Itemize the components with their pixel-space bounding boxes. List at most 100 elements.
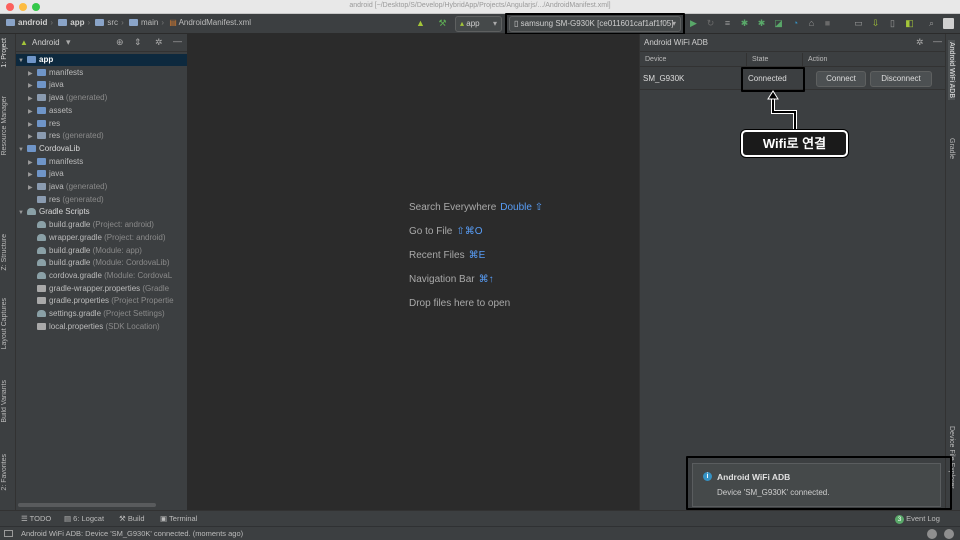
build-hammer-icon[interactable]: ⚒ — [437, 18, 448, 29]
tree-item[interactable]: ▼ Gradle Scripts — [16, 206, 187, 218]
run-config-select[interactable]: ▴ app ▾ — [455, 16, 502, 32]
breadcrumb-item[interactable]: src — [107, 18, 118, 27]
gradle-icon — [27, 208, 36, 216]
column-device: Device — [645, 56, 667, 63]
hint-label: Search Everywhere — [409, 202, 497, 213]
tree-item[interactable]: build.gradle (Project: android) — [16, 219, 187, 231]
tree-item[interactable]: ▼ CordovaLib — [16, 143, 187, 155]
tree-item[interactable]: settings.gradle (Project Settings) — [16, 308, 187, 320]
breadcrumb-item[interactable]: AndroidManifest.xml — [179, 18, 251, 27]
project-view-select[interactable]: Android — [32, 38, 60, 47]
tab-terminal[interactable]: ▣ Terminal — [160, 514, 197, 523]
memory-indicator-icon[interactable] — [944, 529, 954, 539]
hide-panel-icon[interactable]: — — [933, 36, 942, 46]
tree-item[interactable]: res (generated) — [16, 194, 187, 206]
collapsed-arrow-icon[interactable]: ▶ — [28, 182, 37, 193]
hint-shortcut: ⌘E — [468, 250, 486, 261]
apply-changes-icon[interactable]: ≡ — [722, 18, 733, 29]
debug-icon[interactable]: ✱ — [739, 18, 750, 29]
tree-item[interactable]: gradle-wrapper.properties (Gradle — [16, 283, 187, 295]
breadcrumb-item[interactable]: main — [141, 18, 158, 27]
collapsed-arrow-icon[interactable]: ▶ — [28, 169, 37, 180]
toggle-tool-windows-icon[interactable] — [4, 530, 13, 537]
tree-item[interactable]: ▼ app — [16, 54, 187, 66]
tab-resource-manager[interactable]: Resource Manager — [1, 96, 8, 156]
tree-item[interactable]: ▶ java — [16, 168, 187, 180]
tab-favorites[interactable]: 2: Favorites — [1, 454, 8, 491]
gradle-icon — [37, 233, 46, 241]
status-message[interactable]: Android WiFi ADB: Device 'SM_G930K' conn… — [21, 529, 243, 538]
run-icon[interactable]: ▶ — [688, 18, 699, 29]
tree-item[interactable]: ▶ res — [16, 118, 187, 130]
expanded-arrow-icon[interactable]: ▼ — [18, 144, 27, 155]
tab-build[interactable]: ⚒ Build — [119, 514, 145, 523]
tree-item[interactable]: ▶ java (generated) — [16, 92, 187, 104]
collapse-all-icon[interactable]: ⇕ — [134, 37, 142, 48]
layout-inspector-icon[interactable]: ◧ — [904, 18, 915, 29]
hint-navigation-bar: Navigation Bar ⌘↑ — [409, 274, 494, 285]
tree-item[interactable]: ▶ assets — [16, 105, 187, 117]
tab-todo[interactable]: ☰ TODO — [21, 514, 51, 523]
tree-item[interactable]: local.properties (SDK Location) — [16, 321, 187, 333]
hide-panel-icon[interactable]: — — [173, 36, 182, 46]
avd-manager-icon[interactable]: ▭ — [853, 18, 864, 29]
tab-logcat[interactable]: ▤ 6: Logcat — [64, 514, 104, 523]
coverage-icon[interactable]: ◪ — [773, 18, 784, 29]
tree-item[interactable]: build.gradle (Module: CordovaLib) — [16, 257, 187, 269]
column-state: State — [752, 56, 769, 63]
collapsed-arrow-icon[interactable]: ▶ — [28, 106, 37, 117]
tab-layout-captures[interactable]: Layout Captures — [1, 298, 8, 349]
inspector-icon[interactable] — [927, 529, 937, 539]
tree-item[interactable]: ▶ res (generated) — [16, 130, 187, 142]
tab-gradle[interactable]: Gradle — [948, 138, 955, 159]
collapsed-arrow-icon[interactable]: ▶ — [28, 131, 37, 142]
tab-structure[interactable]: Z: Structure — [1, 234, 8, 271]
tree-item[interactable]: ▶ manifests — [16, 156, 187, 168]
expanded-arrow-icon[interactable]: ▼ — [18, 55, 27, 66]
connect-button[interactable]: Connect — [816, 71, 866, 87]
chevron-down-icon[interactable]: ▾ — [66, 37, 71, 48]
device-manager-icon[interactable]: ▯ — [887, 18, 898, 29]
attach-process-icon[interactable]: ⌂ — [806, 18, 817, 29]
disconnect-button[interactable]: Disconnect — [870, 71, 932, 87]
collapsed-arrow-icon[interactable]: ▶ — [28, 93, 37, 104]
tab-project[interactable]: 1: Project — [1, 38, 8, 68]
profile-icon[interactable]: ◔ — [790, 18, 801, 29]
android-icon: ▴ — [460, 19, 465, 28]
collapsed-arrow-icon[interactable]: ▶ — [28, 80, 37, 91]
tree-item-label: app — [39, 55, 54, 64]
tree-item[interactable]: wrapper.gradle (Project: android) — [16, 232, 187, 244]
tree-item[interactable]: build.gradle (Module: app) — [16, 245, 187, 257]
gear-icon[interactable]: ✲ — [916, 37, 924, 48]
breadcrumb-item[interactable]: android — [18, 18, 47, 27]
tab-build-variants[interactable]: Build Variants — [1, 380, 8, 423]
tree-item-label: local.properties — [49, 321, 104, 331]
terminal-icon: ▣ — [160, 514, 170, 523]
right-tool-strip: Android WiFi ADB Gradle Device File Expl… — [945, 34, 960, 510]
collapsed-arrow-icon[interactable]: ▶ — [28, 68, 37, 79]
stop-icon[interactable]: ■ — [822, 18, 833, 29]
android-icon[interactable]: ▲ — [415, 18, 426, 29]
sdk-manager-icon[interactable]: ⇩ — [870, 18, 881, 29]
attach-debugger-icon[interactable]: ✱ — [756, 18, 767, 29]
gear-icon[interactable]: ✲ — [155, 37, 163, 48]
breadcrumb-item[interactable]: app — [70, 18, 84, 27]
expanded-arrow-icon[interactable]: ▼ — [18, 207, 27, 218]
search-icon[interactable]: ⌕ — [926, 18, 937, 29]
tree-item[interactable]: ▶ java (generated) — [16, 181, 187, 193]
user-avatar-icon[interactable] — [943, 18, 954, 29]
collapsed-arrow-icon[interactable]: ▶ — [28, 119, 37, 130]
tab-android-wifi-adb[interactable]: Android WiFi ADB — [948, 40, 955, 101]
folder-icon — [37, 170, 46, 178]
window-title: android [~/Desktop/S/Develop/HybridApp/P… — [349, 2, 611, 9]
tree-item[interactable]: ▶ manifests — [16, 67, 187, 79]
horizontal-scrollbar[interactable] — [18, 503, 156, 507]
locate-icon[interactable]: ⊕ — [116, 37, 124, 48]
collapsed-arrow-icon[interactable]: ▶ — [28, 157, 37, 168]
tree-item[interactable]: ▶ java — [16, 79, 187, 91]
rerun-icon[interactable]: ↻ — [705, 18, 716, 29]
tab-event-log[interactable]: 3 Event Log — [895, 514, 940, 524]
tree-item-label: java — [49, 182, 64, 191]
tree-item[interactable]: gradle.properties (Project Propertie — [16, 295, 187, 307]
tree-item[interactable]: cordova.gradle (Module: CordovaL — [16, 270, 187, 282]
